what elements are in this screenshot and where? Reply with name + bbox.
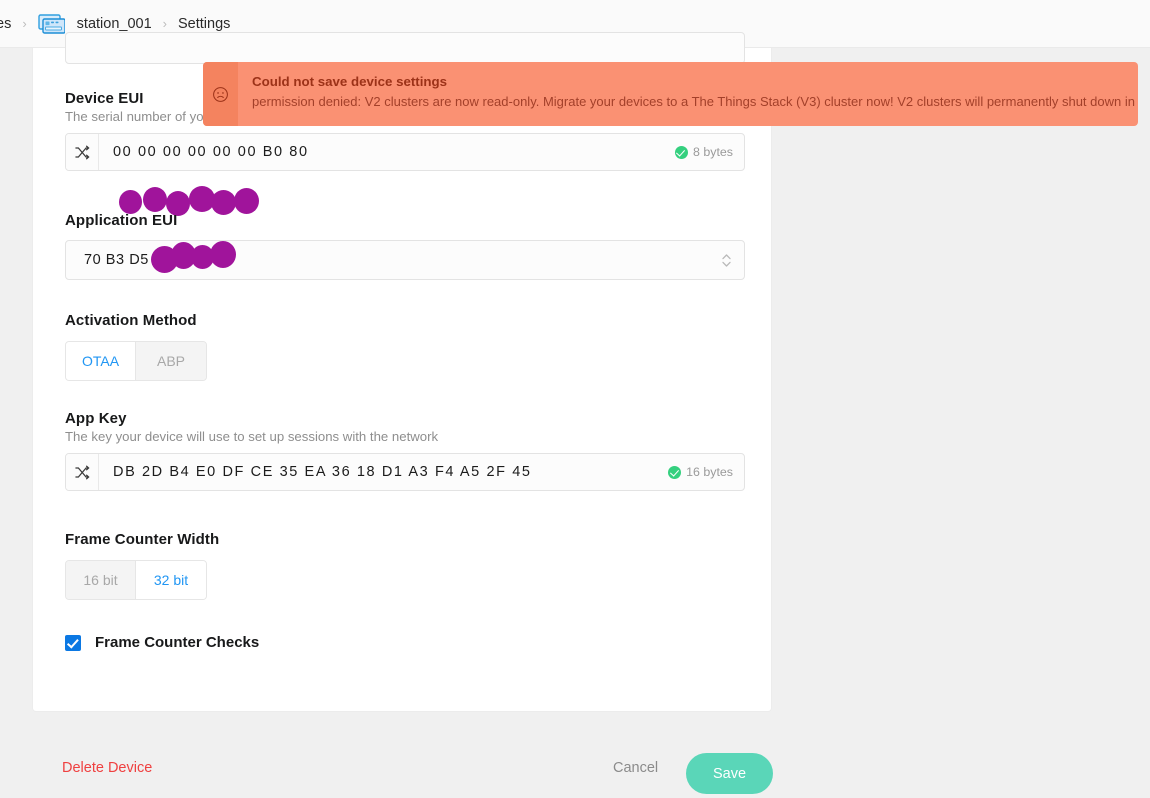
valid-check-icon bbox=[668, 465, 682, 479]
breadcrumb-separator-icon-2: › bbox=[162, 16, 167, 31]
app-key-label: App Key bbox=[65, 410, 127, 427]
settings-page: Device EUI The serial number of your rad… bbox=[0, 32, 1150, 798]
app-key-description: The key your device will use to set up s… bbox=[65, 429, 439, 444]
error-toast: Could not save device settings permissio… bbox=[203, 62, 1138, 126]
device-eui-input[interactable]: 00 00 00 00 00 00 B0 80 8 bytes bbox=[65, 133, 745, 171]
breadcrumb-separator-icon: › bbox=[22, 16, 27, 31]
frame-counter-checks-checkbox[interactable] bbox=[65, 634, 81, 651]
frame-counter-width-toggle[interactable]: 16 bit 32 bit bbox=[65, 560, 207, 600]
frame-counter-option-32bit[interactable]: 32 bit bbox=[136, 561, 206, 599]
app-key-input[interactable]: DB 2D B4 E0 DF CE 35 EA 36 18 D1 A3 F4 A… bbox=[65, 453, 745, 491]
redaction-blob bbox=[119, 190, 142, 214]
shuffle-icon[interactable] bbox=[66, 454, 99, 490]
field-frame-counter-checks[interactable]: Frame Counter Checks bbox=[65, 634, 259, 651]
application-eui-select[interactable]: 70 B3 D5 7E bbox=[65, 240, 745, 280]
device-card-icon bbox=[37, 13, 65, 34]
sad-face-icon bbox=[203, 62, 238, 126]
delete-device-button[interactable]: Delete Device bbox=[62, 760, 152, 776]
activation-method-toggle[interactable]: OTAA ABP bbox=[65, 341, 207, 381]
valid-check-icon bbox=[675, 145, 689, 159]
chevron-updown-icon[interactable] bbox=[721, 252, 732, 269]
redaction-blob bbox=[143, 187, 167, 212]
application-eui-label: Application EUI bbox=[65, 212, 178, 229]
activation-method-label: Activation Method bbox=[65, 312, 197, 329]
save-button[interactable]: Save bbox=[686, 753, 773, 794]
app-key-byte-count: 16 bytes bbox=[686, 465, 733, 479]
error-toast-title: Could not save device settings bbox=[252, 74, 448, 89]
device-settings-card: Device EUI The serial number of your rad… bbox=[32, 32, 772, 712]
frame-counter-checks-label: Frame Counter Checks bbox=[95, 634, 260, 651]
device-eui-byte-count: 8 bytes bbox=[693, 145, 733, 159]
field-frame-counter-width: Frame Counter Width 16 bit 32 bit bbox=[65, 531, 219, 600]
breadcrumb-item-settings[interactable]: Settings bbox=[178, 16, 230, 32]
clipped-input-above[interactable] bbox=[65, 32, 745, 64]
app-key-byte-badge: 16 bytes bbox=[668, 454, 744, 490]
field-application-eui: Application EUI 70 B3 D5 7E bbox=[65, 212, 745, 280]
form-actions: Delete Device Cancel Save bbox=[0, 738, 804, 798]
device-eui-value[interactable]: 00 00 00 00 00 00 B0 80 bbox=[99, 134, 675, 170]
field-app-key: App Key The key your device will use to … bbox=[65, 410, 745, 491]
field-activation-method: Activation Method OTAA ABP bbox=[65, 312, 207, 381]
shuffle-icon[interactable] bbox=[66, 134, 99, 170]
redaction-blob bbox=[234, 188, 259, 214]
device-eui-byte-badge: 8 bytes bbox=[675, 134, 744, 170]
error-toast-message: permission denied: V2 clusters are now r… bbox=[252, 94, 1138, 109]
breadcrumb-item-device[interactable]: station_001 bbox=[77, 16, 152, 32]
application-eui-value: 70 B3 D5 7E bbox=[84, 252, 173, 268]
redaction-blob bbox=[189, 186, 215, 212]
frame-counter-option-16bit[interactable]: 16 bit bbox=[66, 561, 136, 599]
cancel-button[interactable]: Cancel bbox=[613, 760, 658, 776]
breadcrumb: es › station_001 › Settings bbox=[0, 13, 230, 34]
app-key-value[interactable]: DB 2D B4 E0 DF CE 35 EA 36 18 D1 A3 F4 A… bbox=[99, 454, 668, 490]
breadcrumb-item-applications[interactable]: es bbox=[0, 16, 11, 32]
frame-counter-width-label: Frame Counter Width bbox=[65, 531, 220, 548]
error-toast-body: Could not save device settings permissio… bbox=[238, 62, 1138, 126]
activation-option-otaa[interactable]: OTAA bbox=[66, 342, 136, 380]
activation-option-abp[interactable]: ABP bbox=[136, 342, 206, 380]
